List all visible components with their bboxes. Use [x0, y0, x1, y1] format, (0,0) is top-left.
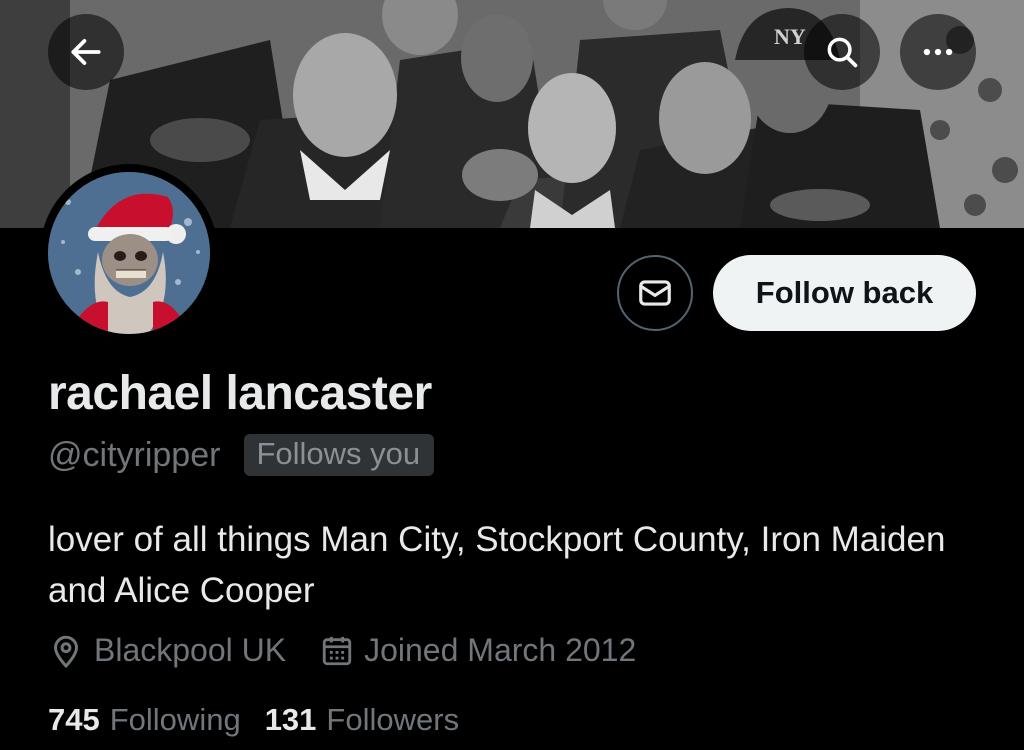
follows-you-badge: Follows you [244, 434, 435, 476]
joined-date: Joined March 2012 [320, 632, 636, 669]
followers-count: 131 [264, 702, 317, 737]
follow-stats: 745 Following 131 Followers [48, 702, 459, 738]
envelope-icon [639, 280, 671, 306]
back-button[interactable] [48, 14, 124, 90]
joined-text: Joined March 2012 [364, 632, 637, 668]
avatar-image [48, 172, 210, 334]
zombie-santa-avatar-art [48, 172, 210, 334]
more-dots-icon [923, 48, 953, 56]
display-name: rachael lancaster [48, 367, 432, 420]
profile-page: NY Follow back rachael lancaster @cityri… [0, 0, 1024, 750]
avatar[interactable] [40, 164, 218, 342]
following-label: Following [109, 702, 241, 737]
profile-bio: lover of all things Man City, Stockport … [48, 520, 946, 610]
calendar-icon [320, 634, 354, 668]
following-link[interactable]: 745 Following [48, 702, 241, 738]
location: Blackpool UK [48, 632, 286, 669]
location-pin-icon [48, 633, 84, 669]
more-options-button[interactable] [900, 14, 976, 90]
arrow-left-icon [71, 39, 101, 65]
followers-link[interactable]: 131 Followers [265, 702, 459, 738]
followers-label: Followers [326, 702, 460, 737]
location-text: Blackpool UK [94, 632, 287, 668]
search-button[interactable] [804, 14, 880, 90]
follow-back-button[interactable]: Follow back [713, 255, 976, 331]
cap-logo: NY [774, 24, 806, 49]
profile-meta: Blackpool UK Joined March 2012 [48, 632, 636, 669]
search-icon [827, 37, 858, 68]
user-handle: @cityripper [48, 435, 221, 474]
following-count: 745 [48, 702, 100, 737]
message-button[interactable] [617, 255, 693, 331]
handle-row: @cityripper Follows you [48, 434, 435, 476]
